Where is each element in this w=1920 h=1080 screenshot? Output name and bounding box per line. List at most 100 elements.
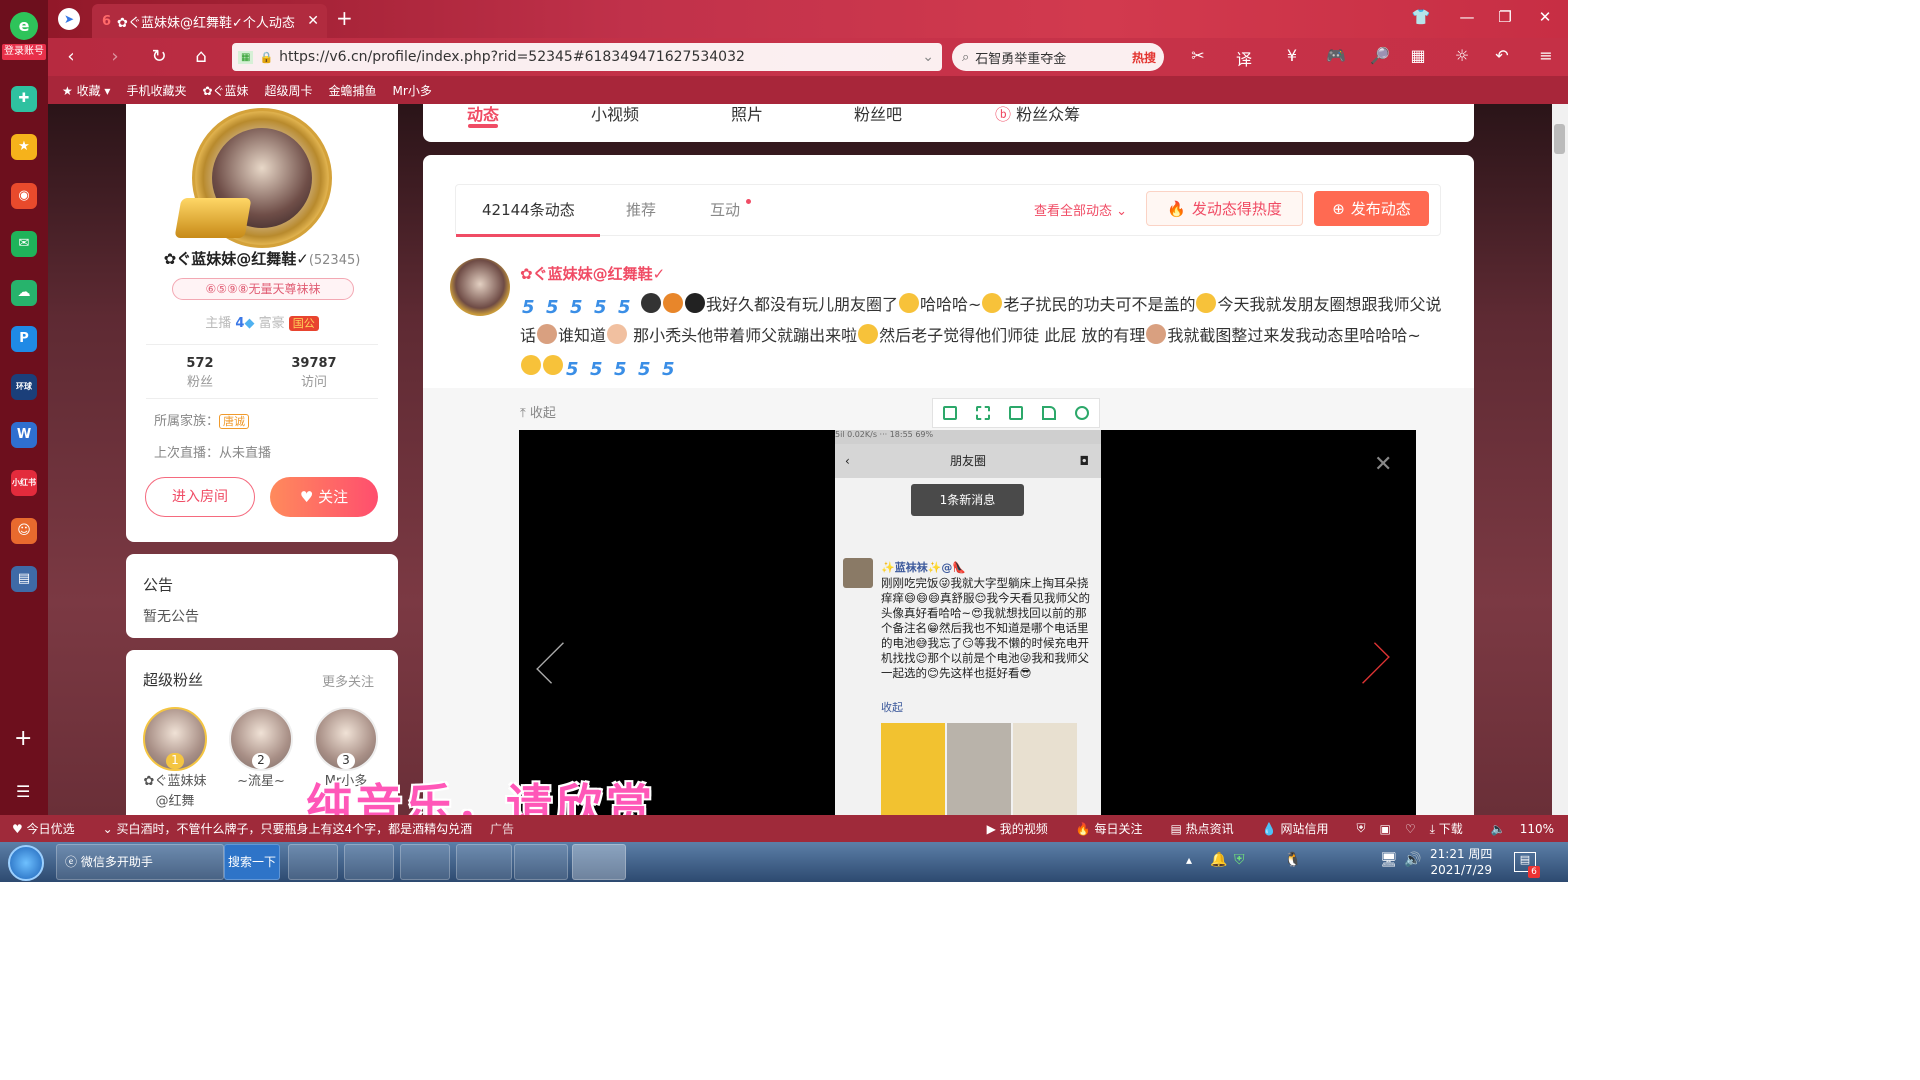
follow-button[interactable]: ♥ 关注: [270, 477, 378, 517]
post-author-name[interactable]: ✿ぐ蓝妹妹@红舞鞋✓: [520, 263, 665, 284]
taskbar-k-app-icon[interactable]: [288, 844, 338, 880]
original-size-icon[interactable]: [942, 406, 957, 420]
bookmark-profile[interactable]: ✿ぐ蓝妹: [202, 82, 248, 99]
site-credit[interactable]: 💧 网站信用: [1262, 820, 1343, 837]
scrollbar[interactable]: [1552, 104, 1568, 815]
brightness-icon[interactable]: ☼: [1450, 46, 1474, 65]
settings-icon[interactable]: [1075, 406, 1090, 420]
tab-all-posts[interactable]: 42144条动态: [482, 199, 575, 220]
ad-headline[interactable]: ⌄ 买白酒时，不管什么牌子，只要瓶身上有这4个字，都是酒精勾兑酒 广告: [103, 820, 528, 837]
home-button[interactable]: ⌂: [190, 46, 212, 67]
taskbar-folder-icon[interactable]: [400, 844, 450, 880]
browser-tab[interactable]: 6 ✿ぐ蓝妹妹@红舞鞋✓个人动态 ✕: [92, 4, 327, 38]
zoom-level[interactable]: 110%: [1520, 822, 1554, 836]
tab-recommended[interactable]: 推荐: [626, 199, 656, 220]
browser-search-box[interactable]: ⌕ 石智勇举重夺金 热搜: [952, 43, 1164, 71]
hot-search-badge[interactable]: 热搜: [1132, 49, 1156, 66]
post-author-avatar[interactable]: [450, 258, 510, 316]
sidebar-add-icon[interactable]: +: [14, 726, 32, 751]
publish-post-button[interactable]: ⊕ 发布动态: [1314, 191, 1429, 226]
dropdown-icon[interactable]: ⌄: [922, 49, 934, 65]
coupon-icon[interactable]: ¥: [1280, 46, 1304, 65]
view-all-dropdown[interactable]: 查看全部动态 ⌄: [1034, 200, 1127, 219]
compass-icon[interactable]: ➤: [58, 8, 80, 30]
bookmark-weekly-card[interactable]: 超级周卡: [265, 82, 313, 99]
sidebar-app-icon[interactable]: ▤: [11, 566, 37, 592]
speaker-icon[interactable]: 🔈: [1491, 822, 1506, 836]
taskbar-clock[interactable]: 21:21 周四 2021/7/29: [1430, 846, 1492, 878]
address-bar[interactable]: ▦ 🔒 https://v6.cn/profile/index.php?rid=…: [232, 43, 942, 71]
download-button[interactable]: ⤓ 下载: [1430, 820, 1477, 837]
sidebar-cloud-icon[interactable]: ☁: [11, 280, 37, 306]
fullscreen-icon[interactable]: [975, 406, 990, 420]
heart-outline-icon[interactable]: ♡: [1405, 822, 1416, 836]
tab-crowdfunding[interactable]: ⓑ 粉丝众筹: [995, 101, 1080, 125]
family-badge[interactable]: 唐诚: [219, 414, 250, 429]
tab-fan-bar[interactable]: 粉丝吧: [854, 101, 902, 125]
taskbar-search-button[interactable]: 搜索一下: [224, 844, 280, 880]
post-for-heat-button[interactable]: 🔥 发动态得热度: [1146, 191, 1303, 226]
tray-bell-icon[interactable]: 🔔: [1210, 852, 1227, 868]
tab-short-videos[interactable]: 小视频: [591, 101, 639, 125]
bookmark-mobile[interactable]: 手机收藏夹: [126, 82, 186, 99]
browser-logo-icon[interactable]: e: [10, 12, 38, 40]
back-button[interactable]: ‹: [60, 46, 82, 67]
daily-follow[interactable]: 🔥 每日关注: [1076, 820, 1157, 837]
tab-interaction[interactable]: 互动: [710, 199, 740, 220]
sidebar-news-icon[interactable]: 环球: [11, 374, 37, 400]
game-icon[interactable]: 🎮: [1324, 46, 1348, 65]
sidebar-plus-icon[interactable]: ✚: [11, 86, 37, 112]
viewer-close-icon[interactable]: ✕: [1374, 452, 1392, 477]
scrollbar-thumb[interactable]: [1554, 124, 1565, 154]
shield-icon[interactable]: ⛨: [1356, 821, 1365, 836]
refresh-button[interactable]: ↻: [148, 46, 170, 67]
fan-name[interactable]: ~流星~: [226, 772, 296, 792]
apps-grid-icon[interactable]: ▦: [1406, 46, 1430, 65]
tray-shield-icon[interactable]: ⛨: [1234, 852, 1245, 868]
login-button[interactable]: 登录账号: [2, 44, 46, 60]
scissors-icon[interactable]: ✂: [1186, 46, 1210, 65]
taskbar-wechat-helper[interactable]: ⓔ 微信多开助手: [56, 844, 224, 880]
taskbar-browser-icon[interactable]: [456, 844, 512, 880]
bookmark-fishing[interactable]: 金蟾捕鱼: [329, 82, 377, 99]
sidebar-star-icon[interactable]: ★: [11, 134, 37, 160]
image-icon[interactable]: ▣: [1379, 822, 1390, 836]
sidebar-redbook-icon[interactable]: 小红书: [11, 470, 37, 496]
close-window-button[interactable]: ✕: [1530, 8, 1560, 26]
taskbar-ie-icon[interactable]: [344, 844, 394, 880]
bookmark-mrxiaoduo[interactable]: Mr小多: [393, 82, 432, 99]
tray-qq-icon[interactable]: 🐧: [1284, 852, 1301, 868]
bookmark-favorites[interactable]: ★ 收藏 ▾: [62, 82, 110, 99]
new-tab-button[interactable]: +: [336, 6, 353, 30]
forward-button[interactable]: ›: [104, 46, 126, 67]
sidebar-list-icon[interactable]: ☰: [16, 782, 30, 801]
fan-name[interactable]: ✿ぐ蓝妹妹@红舞: [140, 772, 210, 812]
tray-volume-icon[interactable]: 🔊: [1404, 852, 1421, 868]
enter-room-button[interactable]: 进入房间: [145, 477, 255, 517]
sidebar-game-icon[interactable]: ☺: [11, 518, 37, 544]
menu-icon[interactable]: ≡: [1534, 46, 1558, 65]
more-follows-link[interactable]: 更多关注: [322, 671, 374, 690]
tab-photos[interactable]: 照片: [731, 101, 763, 125]
skin-icon[interactable]: 👕: [1406, 8, 1436, 26]
sidebar-doc-icon[interactable]: W: [11, 422, 37, 448]
minimize-button[interactable]: —: [1452, 8, 1482, 26]
translate-icon[interactable]: 译: [1232, 46, 1256, 70]
tray-expand-icon[interactable]: ▴: [1186, 853, 1192, 867]
magnifier-icon[interactable]: 🔎: [1368, 46, 1392, 65]
close-tab-icon[interactable]: ✕: [307, 13, 319, 29]
fans-stat[interactable]: 572 粉丝: [150, 356, 250, 390]
today-picks[interactable]: ♥ 今日优选: [12, 820, 89, 837]
undo-icon[interactable]: ↶: [1490, 46, 1514, 65]
sidebar-mail-icon[interactable]: ✉: [11, 231, 37, 257]
share-icon[interactable]: [1042, 406, 1057, 420]
restore-button[interactable]: ❐: [1490, 8, 1520, 26]
hot-news[interactable]: ▤ 热点资讯: [1171, 820, 1248, 837]
start-button[interactable]: [8, 845, 44, 881]
sidebar-weibo-icon[interactable]: ◉: [11, 183, 37, 209]
tab-dynamics[interactable]: 动态: [467, 101, 499, 125]
collapse-link[interactable]: ⤒ 收起: [520, 402, 556, 421]
taskbar-video-icon[interactable]: [514, 844, 568, 880]
save-icon[interactable]: [1008, 406, 1023, 420]
sidebar-ip-icon[interactable]: P: [11, 326, 37, 352]
